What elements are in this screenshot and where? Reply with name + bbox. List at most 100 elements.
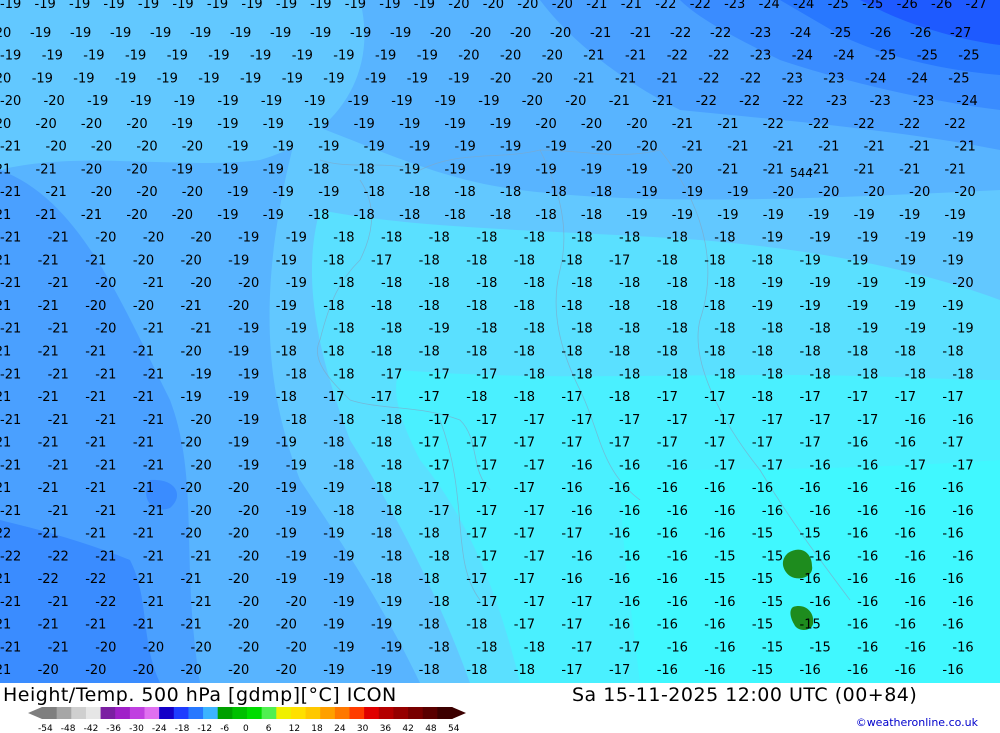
scale-cell <box>349 707 365 719</box>
contour-label: -19 <box>32 71 53 86</box>
contour-label: -19 <box>762 276 783 291</box>
contour-label: -19 <box>150 26 171 41</box>
contour-label: -20 <box>191 641 212 656</box>
contour-label: -21 <box>0 504 21 519</box>
contour-label: -21 <box>143 458 164 473</box>
contour-label: -17 <box>752 436 773 451</box>
contour-label: -22 <box>808 117 829 132</box>
scale-tick-label: -42 <box>84 724 99 733</box>
contour-label: -18 <box>667 276 688 291</box>
contour-label: -19 <box>286 549 307 564</box>
contour-label: -26 <box>910 26 931 41</box>
contour-label: -18 <box>619 322 640 337</box>
contour-label: -16 <box>714 595 735 610</box>
color-scale: -54 -48 -42 -36 -30 -24 -18 -12 -6 0 6 12 18 24 30 36 42… <box>28 707 466 733</box>
scale-tick-label: 18 <box>311 724 323 733</box>
contour-label: -16 <box>667 595 688 610</box>
contour-label: -16 <box>942 572 963 587</box>
contour-label: -16 <box>619 595 640 610</box>
contour-label: -21 <box>0 253 11 268</box>
contour-label: -16 <box>810 549 831 564</box>
scale-tick-label: -36 <box>106 724 121 733</box>
contour-label: -21 <box>727 140 748 155</box>
contour-label: -18 <box>308 208 329 223</box>
contour-label: -17 <box>667 413 688 428</box>
contour-label: -17 <box>524 413 545 428</box>
contour-label: -21 <box>48 413 69 428</box>
scale-cell <box>290 707 307 719</box>
contour-label: -19 <box>857 276 878 291</box>
contour-label: -18 <box>429 595 450 610</box>
contour-label: -16 <box>895 618 916 633</box>
contour-label: -18 <box>667 367 688 382</box>
scale-tick-label: 0 <box>243 724 249 733</box>
contour-label: -15 <box>752 572 773 587</box>
contour-label: -22 <box>854 117 875 132</box>
contour-label: -17 <box>942 436 963 451</box>
contour-label: -20 <box>126 117 147 132</box>
contour-label: -18 <box>371 345 392 360</box>
contour-label: -20 <box>276 663 297 678</box>
scale-cell <box>159 707 175 719</box>
contour-label: -19 <box>763 208 784 223</box>
contour-label: -21 <box>143 413 164 428</box>
contour-label: -18 <box>381 504 402 519</box>
contour-label: -18 <box>323 345 344 360</box>
contour-label: -18 <box>490 208 511 223</box>
contour-label: -20 <box>626 117 647 132</box>
contour-label: -18 <box>476 276 497 291</box>
contour-label: -19 <box>276 481 297 496</box>
contour-label: -20 <box>91 140 112 155</box>
scale-tick-label: 42 <box>402 724 413 733</box>
contour-label: -19 <box>333 641 354 656</box>
contour-label: -21 <box>95 367 116 382</box>
contour-label: -21 <box>0 390 11 405</box>
contour-label: -19 <box>333 595 354 610</box>
contour-label: -16 <box>895 663 916 678</box>
contour-label: -21 <box>0 367 21 382</box>
contour-label: -18 <box>524 276 545 291</box>
contour-label: -16 <box>609 618 630 633</box>
contour-label: -21 <box>181 299 202 314</box>
contour-label: -19 <box>847 299 868 314</box>
contour-label: -25 <box>862 0 883 12</box>
scale-arrow-left <box>28 707 42 719</box>
contour-label: -19 <box>435 94 456 109</box>
contour-label: -19 <box>103 0 124 12</box>
contour-label: -16 <box>942 527 963 542</box>
contour-label: -19 <box>217 208 238 223</box>
contour-label: -17 <box>800 436 821 451</box>
contour-label: -20 <box>191 458 212 473</box>
contour-label: -22 <box>670 26 691 41</box>
contour-label: -21 <box>191 322 212 337</box>
contour-label: -18 <box>419 663 440 678</box>
contour-label: -17 <box>323 390 344 405</box>
contour-label: -19 <box>217 162 238 177</box>
contour-label: -15 <box>752 527 773 542</box>
contour-label: -21 <box>133 618 154 633</box>
contour-label: -16 <box>942 618 963 633</box>
contour-label: -16 <box>847 663 868 678</box>
contour-label: -20 <box>552 0 573 12</box>
forecast-time: Sa 15-11-2025 12:00 UTC (00+84) <box>572 684 918 706</box>
contour-label: -19 <box>273 185 294 200</box>
contour-label: -18 <box>429 641 450 656</box>
contour-label: -21 <box>615 71 636 86</box>
contour-label: -16 <box>905 504 926 519</box>
contour-label: -20 <box>286 641 307 656</box>
contour-label: -25 <box>917 49 938 64</box>
contour-label: -20 <box>136 185 157 200</box>
contour-label: -18 <box>847 345 868 360</box>
contour-label: -16 <box>714 641 735 656</box>
contour-label: -18 <box>364 185 385 200</box>
contour-label: -19 <box>172 117 193 132</box>
contour-label: -17 <box>466 436 487 451</box>
contour-label: -19 <box>157 71 178 86</box>
contour-label: -19 <box>228 390 249 405</box>
contour-label: -20 <box>143 231 164 246</box>
contour-label: -19 <box>379 0 400 12</box>
contour-label: -16 <box>704 663 725 678</box>
contour-label: -19 <box>952 322 973 337</box>
contour-label: -20 <box>46 140 67 155</box>
credit[interactable]: ©weatheronline.co.uk <box>856 716 978 729</box>
